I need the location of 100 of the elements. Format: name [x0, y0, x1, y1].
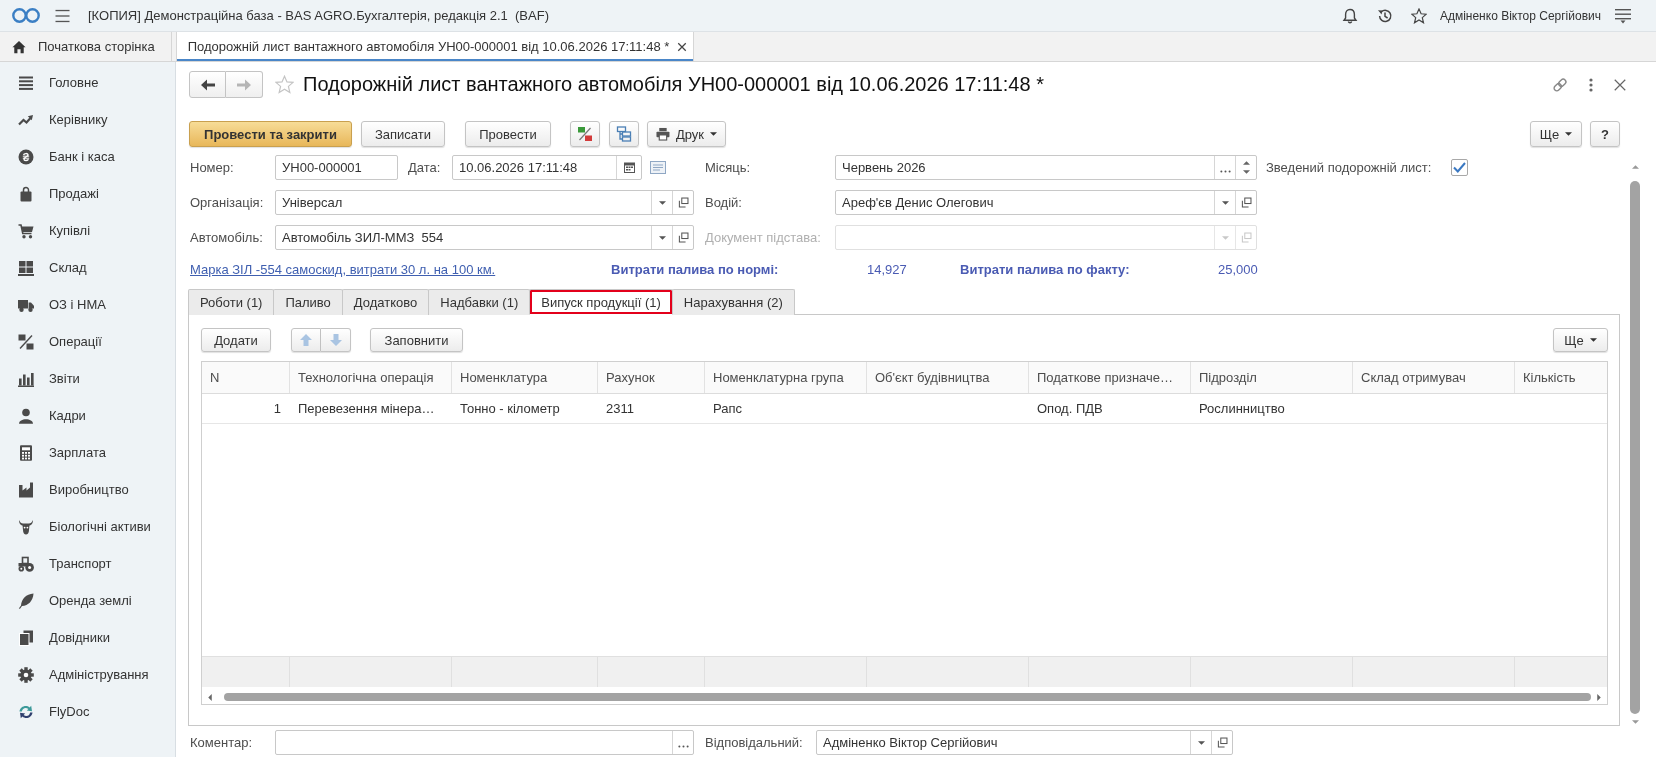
fill-button[interactable]: Заповнити [370, 328, 463, 352]
field-label: Автомобіль: [190, 230, 263, 245]
sidebar-item[interactable]: Виробництво [0, 471, 175, 508]
menu-icon[interactable] [55, 8, 70, 23]
gear-icon [18, 666, 34, 683]
sidebar-item[interactable]: ОЗ і НМА [0, 286, 175, 323]
caret-icon [658, 235, 666, 240]
vehicle-link[interactable]: Марка ЗІЛ -554 самоскид, витрати 30 л. на 100 км. [190, 261, 496, 277]
sidebar-item[interactable]: Головне [0, 64, 175, 101]
logo-icon[interactable] [12, 8, 40, 23]
documents-icon [18, 629, 34, 646]
column-header[interactable]: Рахунок [598, 362, 705, 393]
vehicle-field[interactable]: Автомобіль ЗИЛ-ММЗ 554 [275, 225, 694, 250]
structure-button[interactable] [609, 121, 639, 147]
tab[interactable]: Додатково [341, 289, 430, 315]
user-name[interactable]: Адміненко Віктор Сергійович [1439, 8, 1601, 23]
close-icon[interactable] [1614, 78, 1626, 91]
sidebar-item[interactable]: Керівнику [0, 101, 175, 138]
caret-down-icon [1242, 170, 1250, 174]
close-icon[interactable] [677, 41, 688, 52]
caret-up-icon [1242, 161, 1250, 165]
more-button[interactable]: Ще [1530, 121, 1582, 147]
sidebar-item[interactable]: Оренда землі [0, 582, 175, 619]
sidebar-item[interactable]: Кадри [0, 397, 175, 434]
column-header[interactable]: Підрозділ [1191, 362, 1353, 393]
open-window-icon [677, 232, 689, 243]
field-label: Відповідальний: [705, 735, 803, 750]
more-button[interactable]: Ще [1553, 328, 1608, 352]
tab[interactable]: Випуск продукції (1) [529, 289, 673, 315]
field-label: Зведений подорожній лист: [1266, 160, 1432, 175]
document-tab[interactable]: Подорожній лист вантажного автомобіля УН00-000001 від 10.06.2026 17:11:48 * [175, 32, 695, 61]
ellipsis-icon [677, 744, 689, 748]
field-label: Організація: [190, 195, 264, 210]
arrow-up-icon [300, 334, 312, 346]
number-field[interactable]: УН00-000001 [275, 155, 398, 180]
sidebar-item[interactable]: Банк і каса [0, 138, 175, 175]
column-header[interactable]: Кількість [1515, 362, 1607, 393]
driver-field[interactable]: Ареф'єв Денис Олегович [835, 190, 1257, 215]
fuel-norm-value: 14,927 [867, 261, 907, 277]
column-header[interactable]: Технологічна операція [290, 362, 452, 393]
tab[interactable]: Надбавки (1) [428, 289, 531, 315]
month-field[interactable]: Червень 2026 [835, 155, 1257, 180]
date-field[interactable]: 10.06.2026 17:11:48 [452, 155, 642, 180]
sidebar-item[interactable]: Склад [0, 249, 175, 286]
menu-dropdown-icon[interactable] [1615, 7, 1631, 24]
sidebar-item[interactable]: Продажі [0, 175, 175, 212]
history-icon[interactable] [1376, 7, 1393, 24]
debit-credit-button[interactable] [570, 121, 600, 147]
tractor-icon [18, 555, 34, 572]
add-button[interactable]: Додати [201, 328, 271, 352]
responsible-field[interactable]: Адміненко Віктор Сергійович [816, 730, 1233, 755]
calendar-icon [623, 162, 635, 173]
ellipsis-icon [1219, 169, 1231, 173]
caret-up-icon [1631, 165, 1639, 169]
open-window-icon [1240, 232, 1252, 243]
sidebar-item[interactable]: Зарплата [0, 434, 175, 471]
list-icon [18, 74, 34, 91]
cow-head-icon [18, 518, 34, 535]
sidebar-item[interactable]: Транспорт [0, 545, 175, 582]
circular-arrows-icon [18, 703, 34, 720]
link-icon[interactable] [1552, 76, 1568, 93]
save-button[interactable]: Записати [361, 121, 445, 147]
organization-field[interactable]: Універсал [275, 190, 694, 215]
column-header[interactable]: Податкове призначе… [1029, 362, 1191, 393]
more-icon[interactable] [1589, 77, 1593, 92]
print-button[interactable]: Друк [647, 121, 726, 147]
arrow-left-icon [200, 78, 215, 91]
bell-icon[interactable] [1341, 7, 1358, 24]
table-cell-text: 2311 [605, 400, 635, 418]
sidebar-item[interactable]: Біологічні активи [0, 508, 175, 545]
sidebar-item[interactable]: Купівлі [0, 212, 175, 249]
field-label: Дата: [408, 160, 441, 175]
post-and-close-button[interactable]: Провести та закрити [189, 121, 352, 147]
post-button[interactable]: Провести [465, 121, 551, 147]
column-header[interactable]: N [202, 362, 290, 393]
sidebar-item[interactable]: FlyDoc [0, 693, 175, 730]
sidebar-item[interactable]: Адміністрування [0, 656, 175, 693]
sidebar-item[interactable]: Довідники [0, 619, 175, 656]
checkbox[interactable] [1451, 159, 1468, 176]
sidebar-item[interactable]: Звіти [0, 360, 175, 397]
tab[interactable]: Нарахування (2) [671, 289, 795, 315]
comment-field[interactable] [275, 730, 694, 755]
column-header[interactable]: Склад отримувач [1353, 362, 1515, 393]
back-button[interactable] [189, 71, 226, 98]
column-header[interactable]: Номенклатурна група [705, 362, 867, 393]
help-button[interactable]: ? [1590, 121, 1620, 147]
document-icon[interactable] [650, 161, 666, 174]
tab[interactable]: Роботи (1) [188, 289, 275, 315]
star-icon[interactable] [1410, 7, 1427, 24]
column-header[interactable]: Об'єкт будівництва [867, 362, 1029, 393]
sidebar-item[interactable]: Операції [0, 323, 175, 360]
checkmark-icon [1453, 162, 1466, 173]
caret-icon [710, 132, 717, 136]
caret-icon [1221, 235, 1229, 240]
factory-icon [18, 481, 34, 498]
home-icon [12, 39, 26, 54]
tab[interactable]: Паливо [273, 289, 343, 315]
column-header[interactable]: Номенклатура [452, 362, 598, 393]
open-window-icon [1240, 197, 1252, 208]
field-label: Коментар: [190, 735, 253, 750]
